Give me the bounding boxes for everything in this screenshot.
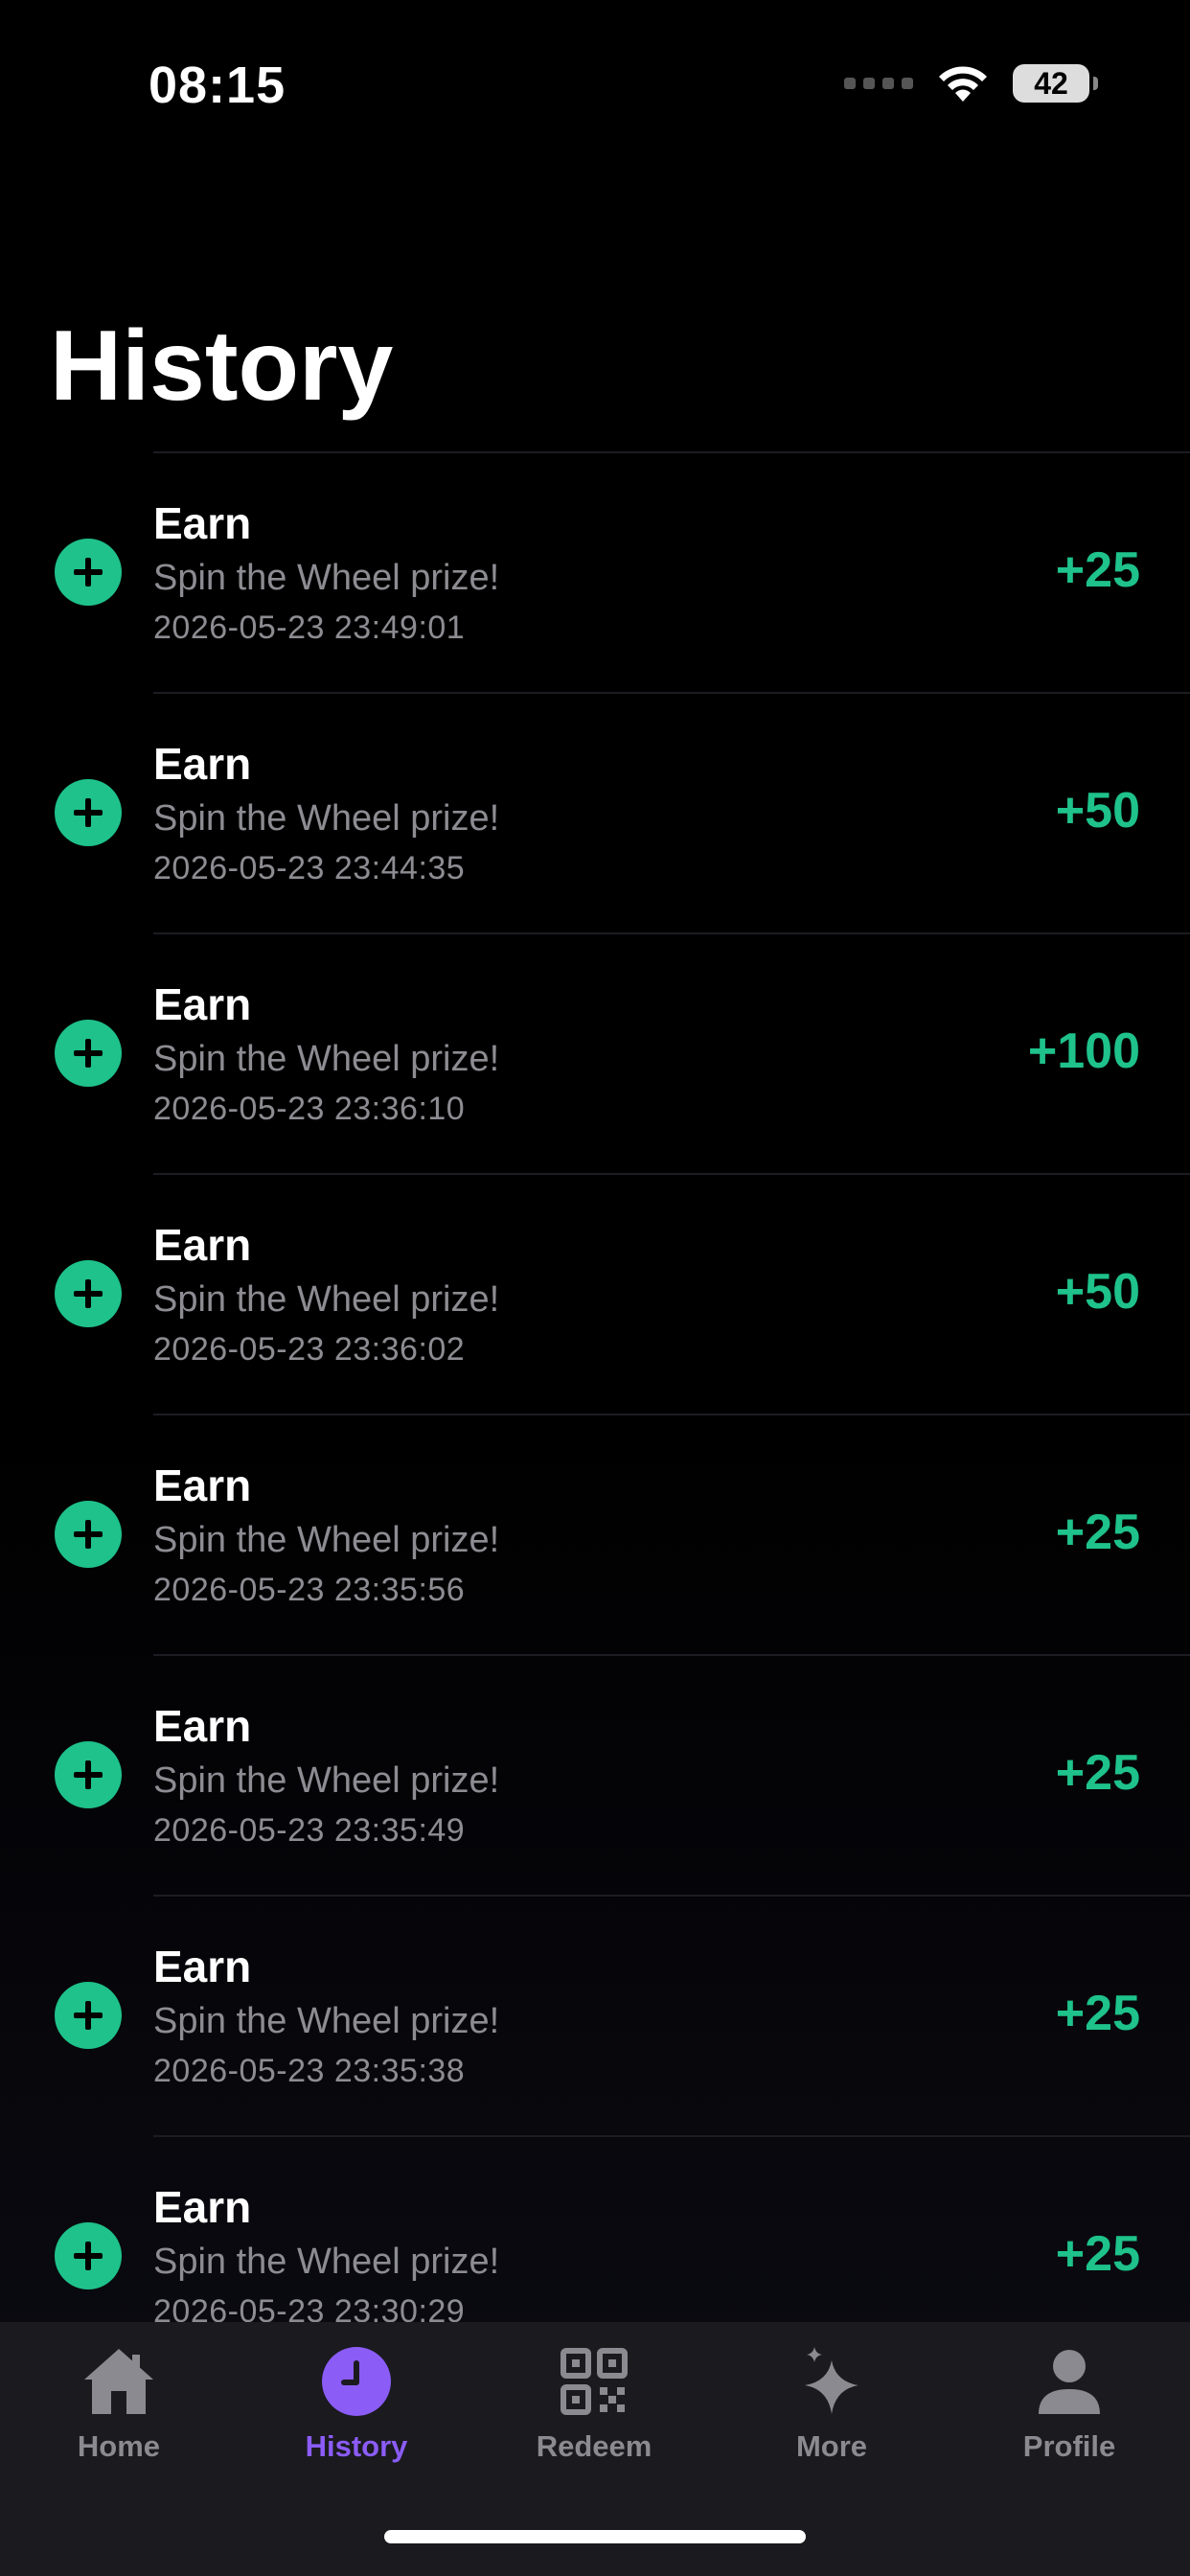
history-item-title: Earn [153,979,252,1029]
divider [153,1173,1190,1175]
history-item[interactable]: Earn Spin the Wheel prize! 2026-05-23 23… [0,1895,1190,2135]
plus-circle-icon [55,539,122,606]
history-item-title: Earn [153,2182,252,2232]
tab-label: More [795,2429,868,2463]
plus-circle-icon [55,779,122,846]
history-item[interactable]: Earn Spin the Wheel prize! 2026-05-23 23… [0,1173,1190,1414]
divider [153,2135,1190,2137]
divider [153,692,1190,694]
divider [153,1654,1190,1656]
battery-level: 42 [1034,65,1068,101]
history-item-amount: +25 [1055,1505,1140,1560]
status-bar: 08:15 42 [0,0,1190,172]
history-item-timestamp: 2026-05-23 23:30:29 [153,2292,466,2322]
qr-code-icon [554,2341,634,2422]
history-item-title: Earn [153,739,252,789]
plus-circle-icon [55,1260,122,1327]
tab-redeem[interactable]: Redeem [475,2341,713,2485]
history-item-amount: +25 [1055,542,1140,598]
history-item-title: Earn [153,1220,252,1270]
cellular-signal-icon [844,78,913,89]
history-item-amount: +50 [1055,1264,1140,1320]
history-item-amount: +25 [1055,1745,1140,1801]
tab-history[interactable]: History [238,2341,475,2485]
history-list[interactable]: Earn Spin the Wheel prize! 2026-05-23 23… [0,451,1190,2322]
person-icon [1029,2341,1110,2422]
home-icon [79,2341,159,2422]
history-item-amount: +25 [1055,2226,1140,2282]
divider [153,451,1190,453]
tab-label: Home [77,2429,161,2463]
history-item[interactable]: Earn Spin the Wheel prize! 2026-05-23 23… [0,1654,1190,1895]
tab-label: Profile [1022,2429,1116,2463]
history-item-timestamp: 2026-05-23 23:35:56 [153,1571,466,1608]
plus-circle-icon [55,1020,122,1087]
history-item-amount: +25 [1055,1986,1140,2041]
history-item-timestamp: 2026-05-23 23:36:10 [153,1090,466,1127]
history-item[interactable]: Earn Spin the Wheel prize! 2026-05-23 23… [0,692,1190,932]
history-item-description: Spin the Wheel prize! [153,558,500,598]
divider [153,1895,1190,1897]
clock-icon [316,2341,397,2422]
history-item-amount: +50 [1055,783,1140,839]
divider [153,932,1190,934]
tab-more[interactable]: More [713,2341,950,2485]
history-item-description: Spin the Wheel prize! [153,2242,500,2282]
history-item-timestamp: 2026-05-23 23:35:38 [153,2052,466,2089]
history-item-title: Earn [153,1942,252,1991]
history-item[interactable]: Earn Spin the Wheel prize! 2026-05-23 23… [0,451,1190,692]
history-item[interactable]: Earn Spin the Wheel prize! 2026-05-23 23… [0,932,1190,1173]
history-item-timestamp: 2026-05-23 23:36:02 [153,1330,466,1368]
status-indicators: 42 [844,63,1098,104]
page-title: History [50,310,394,422]
status-time: 08:15 [149,57,286,114]
history-item-timestamp: 2026-05-23 23:44:35 [153,849,466,886]
tab-profile[interactable]: Profile [950,2341,1188,2485]
history-item-description: Spin the Wheel prize! [153,1039,500,1079]
divider [153,1414,1190,1415]
history-item-timestamp: 2026-05-23 23:49:01 [153,609,466,646]
history-item-timestamp: 2026-05-23 23:35:49 [153,1811,466,1849]
tab-home[interactable]: Home [0,2341,238,2485]
plus-circle-icon [55,1741,122,1808]
history-item-description: Spin the Wheel prize! [153,1760,500,1801]
tab-label: Redeem [536,2429,652,2463]
sparkles-icon [791,2341,872,2422]
plus-circle-icon [55,1982,122,2049]
history-item-title: Earn [153,1460,252,1510]
history-item-amount: +100 [1027,1024,1140,1079]
plus-circle-icon [55,1501,122,1568]
battery-icon: 42 [1013,64,1098,103]
plus-circle-icon [55,2222,122,2289]
home-indicator[interactable] [384,2530,806,2543]
history-item-description: Spin the Wheel prize! [153,2001,500,2041]
history-item[interactable]: Earn Spin the Wheel prize! 2026-05-23 23… [0,2135,1190,2322]
history-item-description: Spin the Wheel prize! [153,1279,500,1320]
history-item[interactable]: Earn Spin the Wheel prize! 2026-05-23 23… [0,1414,1190,1654]
history-item-description: Spin the Wheel prize! [153,798,500,839]
history-item-title: Earn [153,1701,252,1751]
history-item-title: Earn [153,498,252,548]
wifi-icon [939,66,987,102]
tab-label: History [305,2429,408,2463]
history-item-description: Spin the Wheel prize! [153,1520,500,1560]
